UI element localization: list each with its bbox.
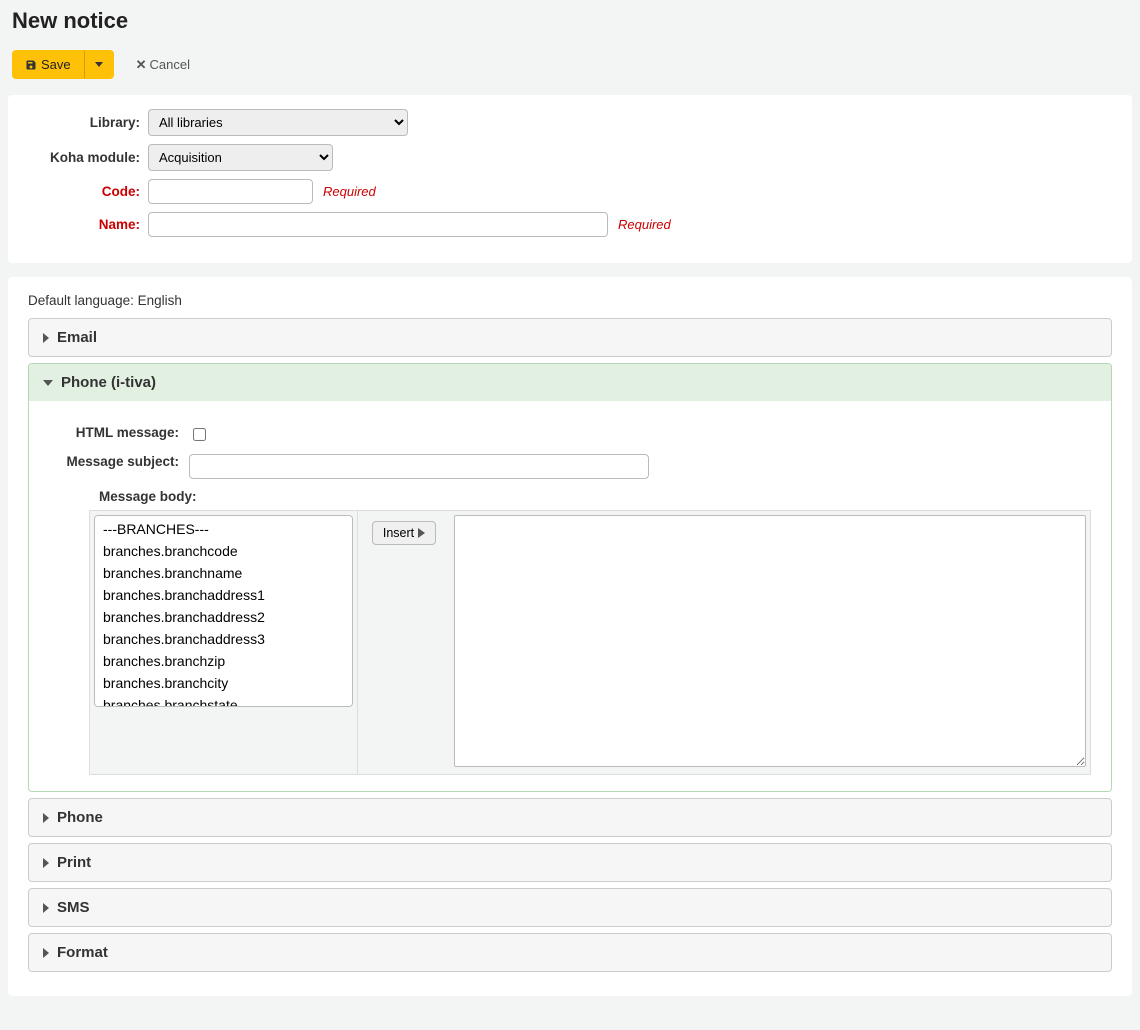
name-input[interactable] <box>148 212 608 237</box>
section-print: Print <box>28 843 1112 882</box>
section-phone: Phone <box>28 798 1112 837</box>
message-body-editor: ---BRANCHES---branches.branchcodebranche… <box>89 510 1091 775</box>
code-label: Code: <box>28 184 148 199</box>
section-phone-title: Phone <box>57 809 103 826</box>
message-body-textarea[interactable] <box>454 515 1086 767</box>
caret-right-icon <box>43 903 49 913</box>
module-select[interactable]: Acquisition <box>148 144 333 171</box>
section-format-title: Format <box>57 944 108 961</box>
section-sms: SMS <box>28 888 1112 927</box>
message-subject-input[interactable] <box>189 454 649 479</box>
caret-right-icon <box>43 858 49 868</box>
cancel-button-label: Cancel <box>150 57 190 72</box>
notice-body-card: Default language: English Email Phone (i… <box>8 277 1132 996</box>
section-format-header[interactable]: Format <box>29 934 1111 971</box>
save-dropdown-toggle[interactable] <box>84 50 114 79</box>
caret-down-icon <box>43 380 53 386</box>
caret-right-icon <box>43 813 49 823</box>
caret-down-icon <box>95 62 103 67</box>
section-print-title: Print <box>57 854 91 871</box>
insert-button[interactable]: Insert <box>372 521 436 545</box>
cancel-button[interactable]: ✕ Cancel <box>124 51 202 79</box>
page-title: New notice <box>12 8 1132 34</box>
library-select[interactable]: All libraries <box>148 109 408 136</box>
section-email-header[interactable]: Email <box>29 319 1111 356</box>
save-button-label: Save <box>41 57 71 72</box>
caret-right-icon <box>43 333 49 343</box>
field-option[interactable]: ---BRANCHES--- <box>97 518 350 540</box>
field-option[interactable]: branches.branchaddress2 <box>97 606 350 628</box>
default-language-label: Default language: <box>28 293 134 308</box>
code-input[interactable] <box>148 179 313 204</box>
notice-header-card: Library: All libraries Koha module: Acqu… <box>8 95 1132 263</box>
section-sms-title: SMS <box>57 899 90 916</box>
section-phone-itiva: Phone (i-tiva) HTML message: Message sub… <box>28 363 1112 792</box>
field-option[interactable]: branches.branchname <box>97 562 350 584</box>
save-button[interactable]: Save <box>12 50 84 79</box>
section-print-header[interactable]: Print <box>29 844 1111 881</box>
arrow-right-icon <box>418 528 425 538</box>
message-body-label: Message body: <box>99 489 1091 504</box>
default-language-value: English <box>138 293 182 308</box>
fields-listbox[interactable]: ---BRANCHES---branches.branchcodebranche… <box>94 515 353 707</box>
field-option[interactable]: branches.branchcity <box>97 672 350 694</box>
section-phone-itiva-header[interactable]: Phone (i-tiva) <box>29 364 1111 401</box>
section-sms-header[interactable]: SMS <box>29 889 1111 926</box>
field-option[interactable]: branches.branchstate <box>97 694 350 707</box>
module-label: Koha module: <box>28 150 148 165</box>
name-label: Name: <box>28 217 148 232</box>
section-email-title: Email <box>57 329 97 346</box>
field-option[interactable]: branches.branchaddress3 <box>97 628 350 650</box>
library-label: Library: <box>28 115 148 130</box>
caret-right-icon <box>43 948 49 958</box>
html-message-checkbox[interactable] <box>193 428 206 441</box>
message-subject-label: Message subject: <box>49 454 189 469</box>
name-required-hint: Required <box>618 217 671 232</box>
section-phone-header[interactable]: Phone <box>29 799 1111 836</box>
html-message-label: HTML message: <box>49 425 189 440</box>
field-option[interactable]: branches.branchzip <box>97 650 350 672</box>
field-option[interactable]: branches.branchcode <box>97 540 350 562</box>
default-language-row: Default language: English <box>28 293 1112 308</box>
insert-button-label: Insert <box>383 526 414 540</box>
section-format: Format <box>28 933 1112 972</box>
action-toolbar: Save ✕ Cancel <box>12 50 1132 79</box>
save-icon <box>25 59 37 71</box>
code-required-hint: Required <box>323 184 376 199</box>
section-email: Email <box>28 318 1112 357</box>
field-option[interactable]: branches.branchaddress1 <box>97 584 350 606</box>
close-icon: ✕ <box>136 57 147 73</box>
section-phone-itiva-title: Phone (i-tiva) <box>61 374 156 391</box>
